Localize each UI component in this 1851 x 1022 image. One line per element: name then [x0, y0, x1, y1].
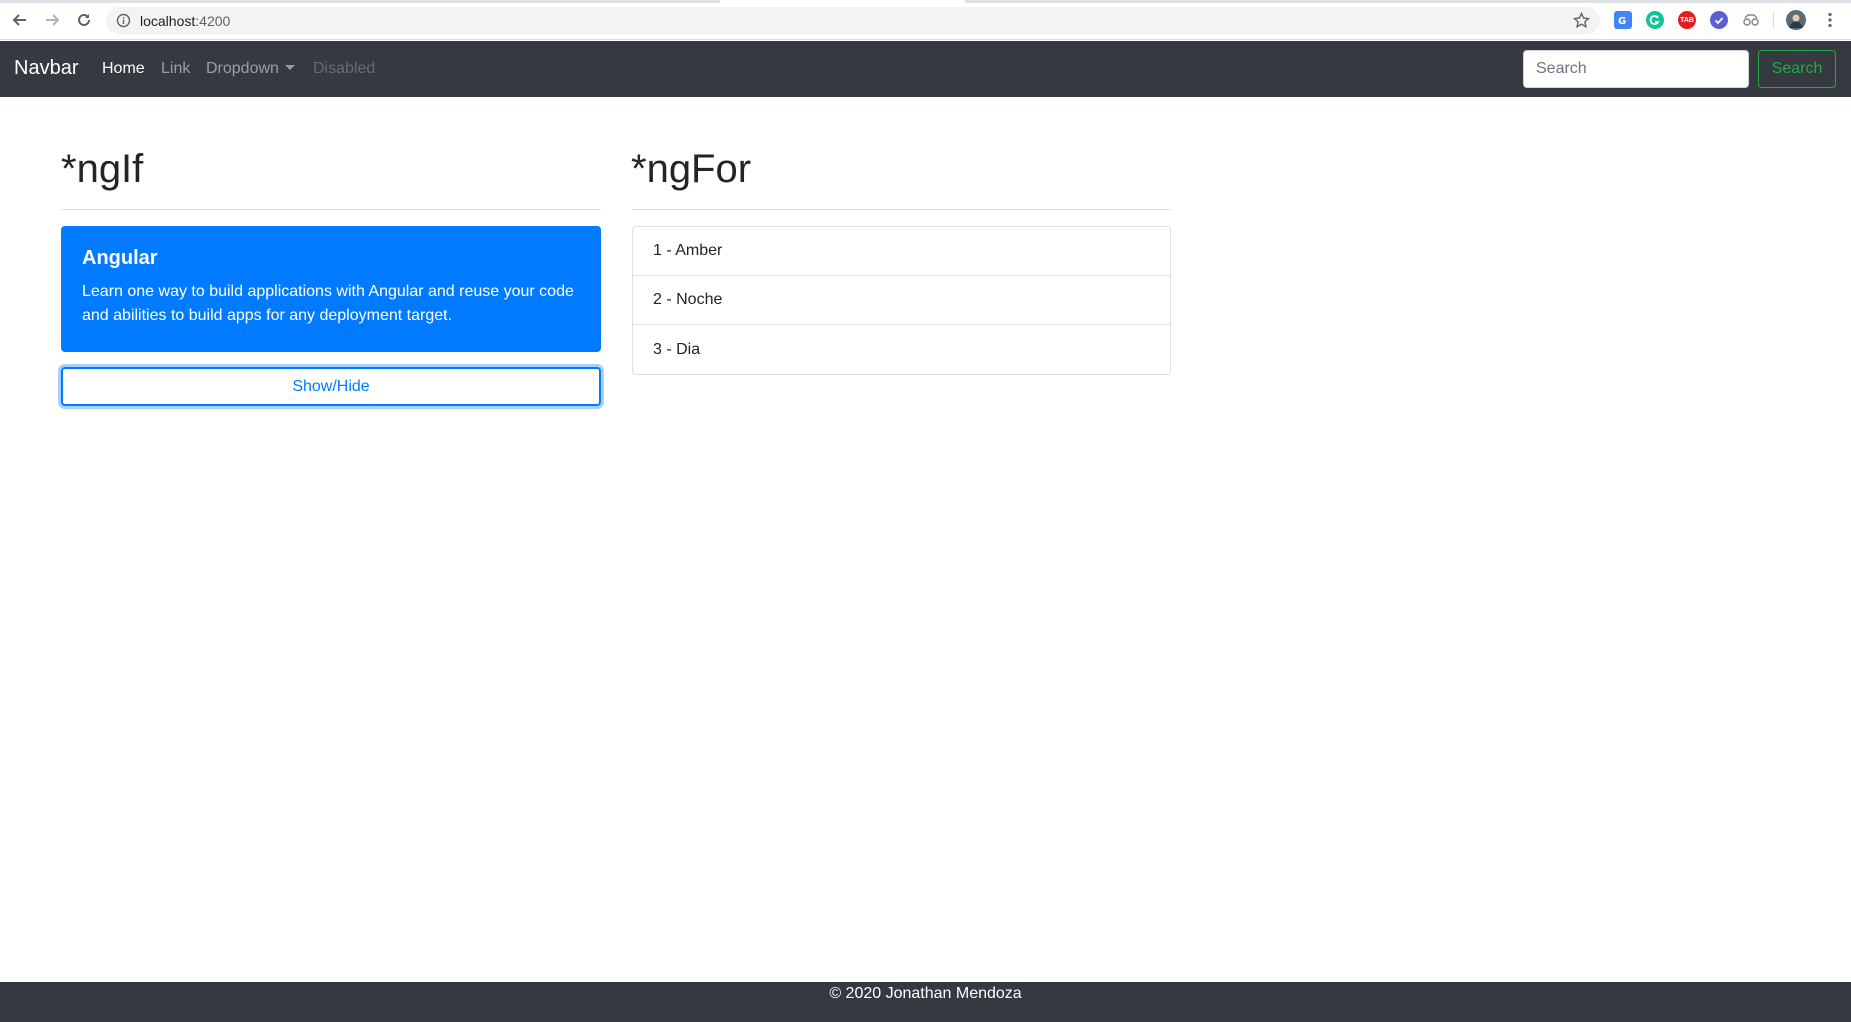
- angular-card: Angular Learn one way to build applicati…: [61, 226, 601, 352]
- url-port: :4200: [195, 13, 231, 29]
- card-text: Learn one way to build applications with…: [82, 283, 574, 324]
- nav-link-link[interactable]: Link: [161, 60, 190, 78]
- top-navbar: Navbar Home Link Dropdown Disabled Searc…: [0, 41, 1851, 97]
- browser-toolbar: localhost:4200 G TAB: [0, 0, 1851, 40]
- profile-avatar-icon[interactable]: [1786, 10, 1806, 30]
- ngfor-divider: [632, 209, 1171, 210]
- list-item: 2 - Noche: [633, 276, 1170, 325]
- tab-extension-icon[interactable]: TAB: [1678, 11, 1696, 29]
- list-item: 1 - Amber: [633, 227, 1170, 276]
- reload-icon[interactable]: [73, 9, 95, 31]
- ngif-heading: *ngIf: [61, 147, 144, 191]
- show-hide-button[interactable]: Show/Hide: [61, 367, 601, 406]
- card-title: Angular: [82, 247, 158, 269]
- navbar-brand[interactable]: Navbar: [14, 57, 78, 80]
- forward-arrow-icon[interactable]: [41, 9, 63, 31]
- check-extension-icon[interactable]: [1710, 11, 1728, 29]
- url-host: localhost: [140, 13, 196, 29]
- incognito-extension-icon[interactable]: [1742, 11, 1760, 29]
- tab-extension-label: TAB: [1680, 16, 1694, 24]
- back-arrow-icon[interactable]: [9, 9, 31, 31]
- footer-copyright: © 2020 Jonathan Mendoza: [829, 985, 1022, 1002]
- tab-strip-edge: [0, 0, 1851, 3]
- url-text: localhost:4200: [140, 13, 230, 29]
- ngif-divider: [61, 209, 601, 210]
- more-menu-icon[interactable]: [1819, 9, 1841, 31]
- info-icon[interactable]: [116, 13, 131, 28]
- search-button[interactable]: Search: [1758, 50, 1836, 88]
- caret-down-icon: [284, 65, 295, 70]
- bookmark-star-icon[interactable]: [1572, 11, 1591, 29]
- nav-link-dropdown[interactable]: Dropdown: [206, 60, 295, 78]
- page-footer: © 2020 Jonathan Mendoza: [0, 982, 1851, 1022]
- nav-link-disabled: Disabled: [313, 60, 376, 77]
- grammarly-icon[interactable]: [1646, 11, 1664, 29]
- ngfor-heading: *ngFor: [631, 147, 752, 191]
- address-bar[interactable]: localhost:4200: [106, 7, 1600, 34]
- toolbar-separator: [1773, 12, 1774, 28]
- ngfor-list: 1 - Amber 2 - Noche 3 - Dia: [632, 226, 1171, 375]
- nav-dropdown-label: Dropdown: [206, 60, 279, 77]
- nav-link-home[interactable]: Home: [102, 60, 145, 78]
- list-item: 3 - Dia: [653, 340, 701, 358]
- search-input[interactable]: [1523, 50, 1749, 88]
- svg-text:G: G: [1618, 16, 1626, 27]
- translate-icon[interactable]: G: [1614, 11, 1632, 29]
